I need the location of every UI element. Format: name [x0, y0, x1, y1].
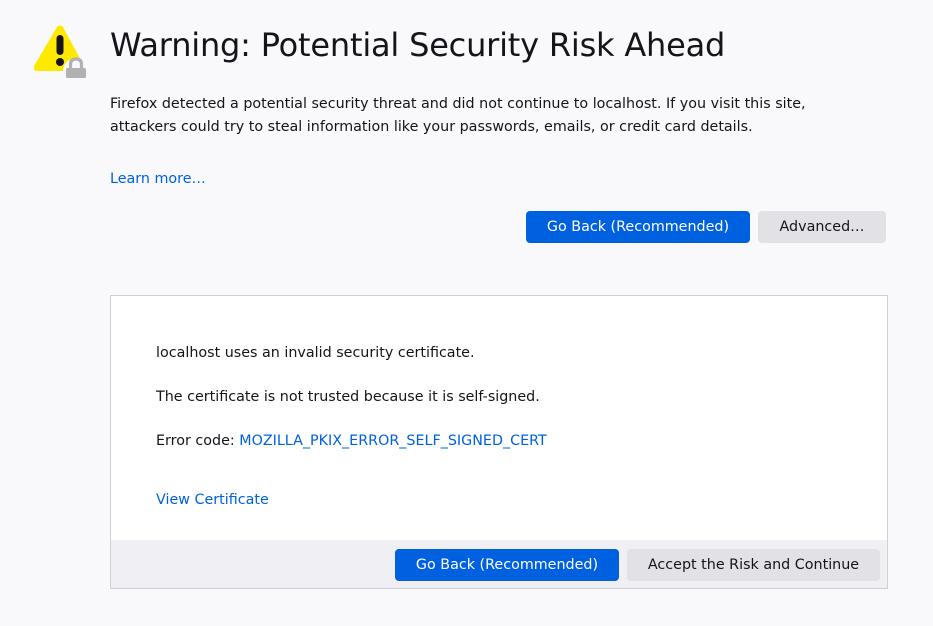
accept-risk-button[interactable]: Accept the Risk and Continue: [627, 549, 880, 581]
error-code-link[interactable]: MOZILLA_PKIX_ERROR_SELF_SIGNED_CERT: [239, 433, 547, 449]
intro-text: Firefox detected a potential security th…: [110, 96, 806, 135]
invalid-cert-text: localhost uses an invalid security certi…: [156, 345, 475, 361]
advanced-panel: localhost uses an invalid security certi…: [110, 295, 888, 589]
advanced-panel-footer: Go Back (Recommended) Accept the Risk an…: [111, 540, 887, 588]
error-code-label: Error code:: [156, 433, 240, 449]
warning-lock-icon: [32, 24, 89, 84]
view-certificate-link[interactable]: View Certificate: [156, 489, 269, 511]
page-title: Warning: Potential Security Risk Ahead: [110, 26, 726, 64]
learn-more-link[interactable]: Learn more…: [110, 168, 206, 190]
go-back-button[interactable]: Go Back (Recommended): [526, 211, 750, 243]
self-signed-text: The certificate is not trusted because i…: [156, 389, 540, 405]
advanced-button[interactable]: Advanced…: [758, 211, 886, 243]
panel-go-back-button[interactable]: Go Back (Recommended): [395, 549, 619, 581]
error-code-line: Error code: MOZILLA_PKIX_ERROR_SELF_SIGN…: [156, 430, 547, 452]
